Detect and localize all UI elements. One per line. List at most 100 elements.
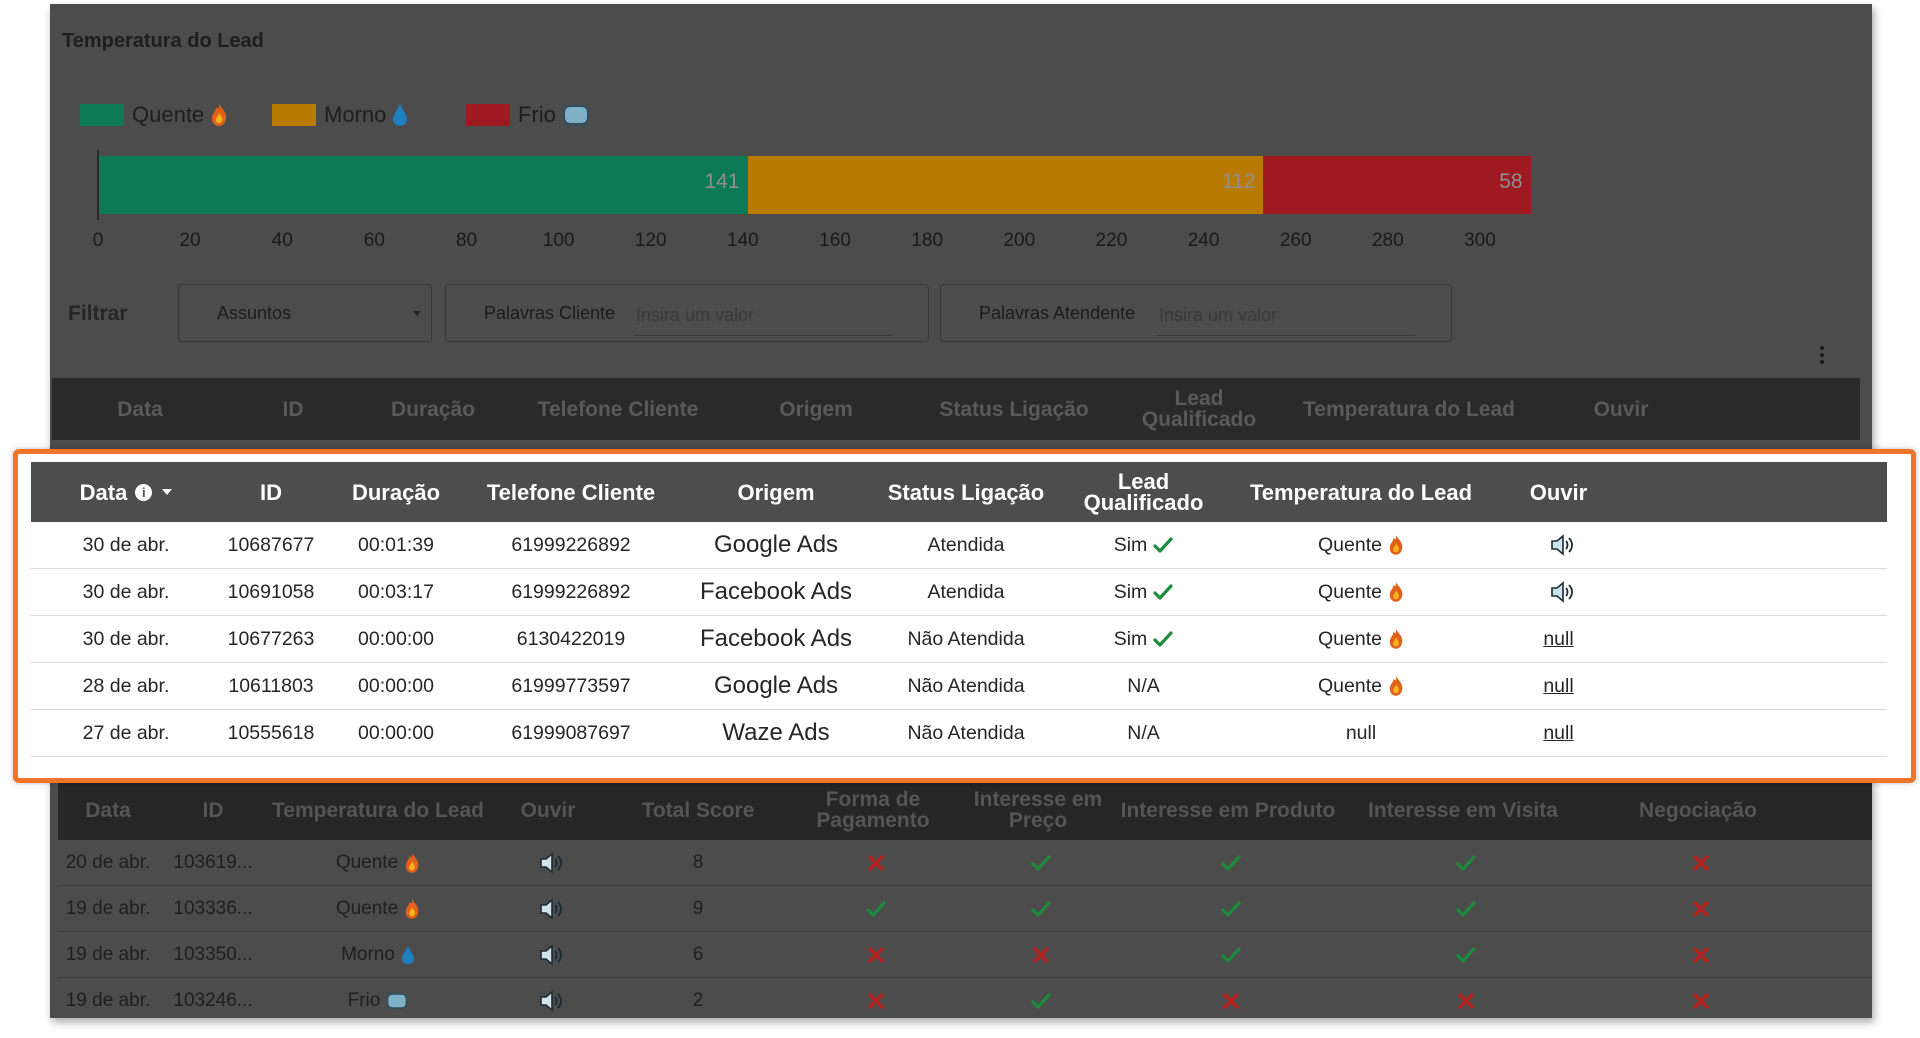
col-header[interactable]: Duração: [358, 378, 508, 440]
play-audio-link[interactable]: null: [1496, 663, 1621, 709]
bar-data-label: 58: [1499, 170, 1523, 193]
table-row[interactable]: 19 de abr. 103246... Frio 2: [58, 978, 1872, 1018]
more-options-icon[interactable]: [1820, 346, 1824, 367]
col-header[interactable]: Ouvir: [1544, 378, 1698, 440]
legend-item-quente[interactable]: Quente: [80, 102, 228, 128]
col-header[interactable]: ID: [228, 378, 358, 440]
cell-temperatura: Morno: [268, 932, 488, 977]
cross-icon: [867, 946, 885, 964]
check-icon: [1031, 854, 1051, 872]
client-words-input[interactable]: Insira um valor: [636, 305, 754, 326]
x-tick-label: 180: [911, 230, 944, 251]
input-underline: [1157, 335, 1415, 336]
client-words-label: Palavras Cliente: [484, 303, 616, 323]
col-header[interactable]: Ouvir: [488, 780, 608, 840]
cross-icon: [867, 854, 885, 872]
cell-qualificado: N/A: [1127, 721, 1160, 744]
col-header[interactable]: Data: [52, 378, 228, 440]
check-icon: [1456, 946, 1476, 964]
legend-item-frio[interactable]: Frio: [466, 102, 590, 128]
col-header[interactable]: Temperatura do Lead: [1274, 378, 1544, 440]
play-audio-button[interactable]: [488, 886, 608, 931]
cell-id: 10555618: [227, 721, 315, 744]
col-header[interactable]: Temperatura do Lead: [268, 780, 488, 840]
cell-telefone: 61999773597: [511, 674, 631, 697]
cell-id: 103336...: [173, 897, 253, 919]
cell-origem: Facebook Ads: [699, 625, 853, 652]
play-audio-button[interactable]: [488, 978, 608, 1018]
bar-segment-quente[interactable]: 141: [98, 156, 748, 214]
cell-temperatura: Frio: [268, 978, 488, 1018]
cell-origem: Google Ads: [713, 672, 839, 699]
cell-telefone: 61999087697: [511, 721, 631, 744]
cell-score: 6: [692, 943, 704, 965]
speaker-icon: [538, 989, 564, 1012]
cell-data: 20 de abr.: [65, 851, 151, 873]
cell-data: 30 de abr.: [82, 580, 170, 603]
cell-flag: [788, 978, 958, 1018]
table-row[interactable]: 30 de abr. 10677263 00:00:00 6130422019 Face…: [31, 616, 1887, 663]
table-row[interactable]: 20 de abr. 103619... Quente 8: [58, 840, 1872, 886]
agent-words-field[interactable]: Palavras Atendente Insira um valor: [940, 284, 1452, 342]
check-icon: [1456, 900, 1476, 918]
play-audio-button[interactable]: [488, 840, 608, 885]
cell-flag: [1588, 886, 1808, 931]
cell-flag: [1338, 932, 1588, 977]
col-header[interactable]: Origem: [728, 378, 904, 440]
subjects-dropdown[interactable]: Assuntos: [178, 284, 432, 342]
col-header[interactable]: Telefone Cliente: [508, 378, 728, 440]
col-header[interactable]: Lead Qualificado: [1124, 378, 1274, 440]
cell-flag: [1118, 932, 1338, 977]
cross-icon: [1032, 946, 1050, 964]
table-row[interactable]: 19 de abr. 103350... Morno 6: [58, 932, 1872, 978]
col-header-ouvir[interactable]: Ouvir: [1496, 462, 1621, 522]
col-header[interactable]: Status Ligação: [904, 378, 1124, 440]
check-icon: [1031, 992, 1051, 1010]
bar-segment-morno[interactable]: 112: [747, 156, 1264, 214]
col-header[interactable]: Negociação: [1588, 780, 1808, 840]
table-row[interactable]: 30 de abr. 10691058 00:03:17 61999226892 Fac…: [31, 569, 1887, 616]
client-words-field[interactable]: Palavras Cliente Insira um valor: [445, 284, 929, 342]
cross-icon: [1692, 946, 1710, 964]
col-header-temperatura[interactable]: Temperatura do Lead: [1226, 462, 1496, 522]
legend-item-morno[interactable]: Morno: [272, 102, 408, 128]
table-row[interactable]: 19 de abr. 103336... Quente 9: [58, 886, 1872, 932]
play-audio-button[interactable]: [1496, 569, 1621, 615]
cell-flag: [1118, 978, 1338, 1018]
play-audio-link[interactable]: null: [1496, 616, 1621, 662]
col-header[interactable]: Interesse em Preço: [958, 780, 1118, 840]
col-header-origem[interactable]: Origem: [681, 462, 871, 522]
col-header[interactable]: Interesse em Produto: [1118, 780, 1338, 840]
table-row[interactable]: 27 de abr. 10555618 00:00:00 61999087697 Waz…: [31, 710, 1887, 757]
bar-segment-frio[interactable]: 58: [1263, 156, 1531, 214]
sort-arrow-icon: [162, 489, 173, 495]
agent-words-input[interactable]: Insira um valor: [1159, 305, 1277, 326]
check-icon: [1221, 854, 1241, 872]
col-header[interactable]: Interesse em Visita: [1338, 780, 1588, 840]
score-table-header: Data ID Temperatura do Lead Ouvir Total Scor…: [58, 780, 1872, 840]
info-icon: i: [135, 483, 153, 501]
col-header[interactable]: Total Score: [608, 780, 788, 840]
col-header-data[interactable]: Data i: [31, 462, 221, 522]
table-row[interactable]: 30 de abr. 10687677 00:01:39 61999226892 Goo…: [31, 522, 1887, 569]
leads-table-body: 30 de abr. 10687677 00:01:39 61999226892 Goo…: [31, 522, 1887, 757]
fire-icon: [210, 103, 228, 127]
play-audio-button[interactable]: [488, 932, 608, 977]
cell-flag: [788, 932, 958, 977]
col-header-duracao[interactable]: Duração: [331, 462, 461, 522]
cell-data: 19 de abr.: [65, 897, 151, 919]
cell-id: 103246...: [173, 989, 253, 1011]
col-header-id[interactable]: ID: [211, 462, 331, 522]
table-row[interactable]: 28 de abr. 10611803 00:00:00 61999773597 Goo…: [31, 663, 1887, 710]
col-header-telefone[interactable]: Telefone Cliente: [461, 462, 681, 522]
col-header-status[interactable]: Status Ligação: [871, 462, 1061, 522]
col-header[interactable]: Data: [58, 780, 158, 840]
play-audio-link[interactable]: null: [1496, 710, 1621, 756]
col-header[interactable]: ID: [158, 780, 268, 840]
play-audio-button[interactable]: [1496, 522, 1621, 568]
x-tick-label: 240: [1187, 230, 1220, 251]
col-header-qualificado[interactable]: Lead Qualificado: [1061, 462, 1226, 522]
cell-qualificado: Sim: [1061, 569, 1226, 615]
legend-swatch: [466, 104, 510, 126]
col-header[interactable]: Forma de Pagamento: [788, 780, 958, 840]
